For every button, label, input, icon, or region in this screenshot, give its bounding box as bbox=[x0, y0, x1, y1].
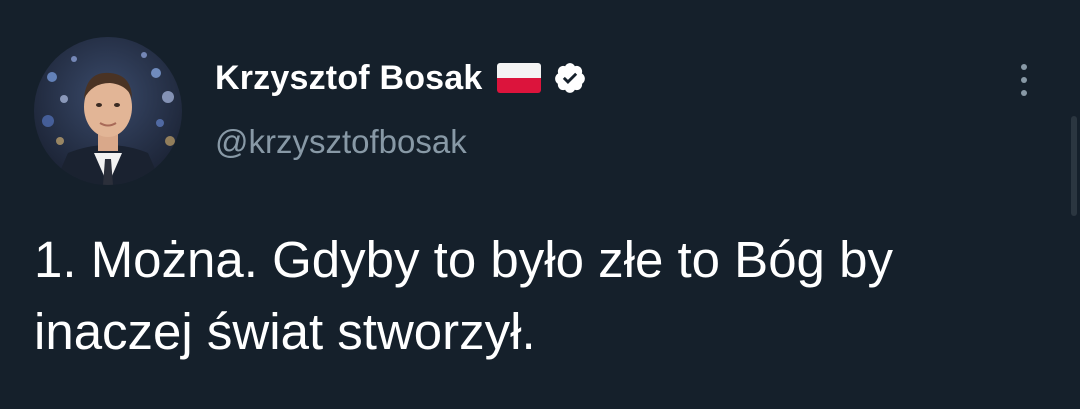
author-name-row: Krzysztof Bosak bbox=[215, 56, 587, 100]
avatar[interactable] bbox=[34, 37, 182, 185]
poland-flag-icon bbox=[496, 63, 541, 93]
user-handle[interactable]: @krzysztofbosak bbox=[215, 123, 467, 161]
more-vertical-icon[interactable] bbox=[1010, 58, 1038, 102]
scrollbar-thumb[interactable] bbox=[1071, 116, 1077, 216]
display-name[interactable]: Krzysztof Bosak bbox=[215, 59, 483, 98]
tweet-card: Krzysztof Bosak @krzysztofbosak 1. Można… bbox=[0, 0, 1080, 409]
verified-badge-icon bbox=[554, 63, 585, 93]
tweet-text: 1. Można. Gdyby to było złe to Bóg by in… bbox=[34, 231, 893, 360]
